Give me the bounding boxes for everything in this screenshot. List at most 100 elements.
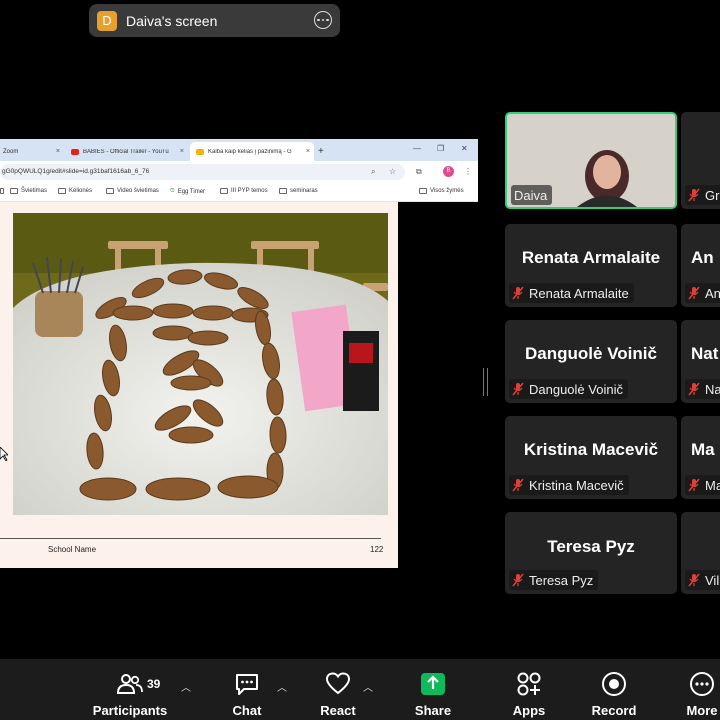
shared-screen: Zoom × BABIES - Official Trailer - YouTu…: [0, 139, 478, 569]
extensions-icon[interactable]: ⧉: [416, 167, 422, 177]
google-slides-icon: [196, 148, 204, 155]
share-label: Share: [414, 703, 452, 718]
participant-tile[interactable]: Teresa Pyz Teresa Pyz: [505, 512, 677, 594]
folder-icon: [419, 188, 427, 194]
browser-tab-youtube[interactable]: BABIES - Official Trailer - YouTu ×: [66, 142, 188, 161]
apps-label: Apps: [512, 703, 546, 718]
mic-muted-icon: [688, 286, 700, 300]
participant-name-tag: Teresa Pyz: [509, 570, 599, 590]
folder-icon: [10, 188, 18, 194]
bookmark-label: Visos žymės: [430, 188, 464, 194]
screen-share-label[interactable]: D Daiva's screen: [89, 4, 340, 37]
participant-gallery: Daiva Gre Renata Armalaite Renata Armala…: [505, 112, 720, 594]
mic-muted-icon: [512, 382, 524, 396]
participants-chevron-up-icon[interactable]: ︿: [181, 679, 191, 694]
react-label: React: [320, 703, 356, 718]
participant-display-name: Kristina Macevič: [523, 440, 659, 459]
mic-muted-icon: [512, 478, 524, 492]
participant-tile-daiva[interactable]: Daiva: [505, 112, 677, 209]
url-field[interactable]: gG0pQWULQ1g/edit#slide=id.g31baf1616ab_6…: [0, 164, 405, 180]
mic-muted-icon: [688, 573, 700, 587]
participant-name: Renata Armalaite: [529, 285, 629, 301]
browser-tab-slides[interactable]: Kalba kaip kelias į pažinimą - G ×: [190, 142, 314, 161]
participant-display-name: Teresa Pyz: [547, 537, 635, 556]
chat-button[interactable]: Chat: [222, 659, 272, 720]
tab-label: Zoom: [3, 148, 19, 155]
zoom-lens-icon[interactable]: ⌕: [371, 167, 375, 177]
participant-tile[interactable]: Renata Armalaite Renata Armalaite: [505, 224, 677, 307]
more-options-icon[interactable]: [314, 11, 332, 29]
sharer-avatar: D: [97, 10, 117, 31]
restore-icon[interactable]: ❐: [437, 144, 444, 153]
bookmark-item[interactable]: Švietimas: [10, 188, 47, 194]
browser-tab-zoom[interactable]: Zoom ×: [0, 142, 64, 161]
participant-tile[interactable]: Kristina Macevič Kristina Macevič: [505, 416, 677, 499]
participant-name: Na: [705, 381, 720, 397]
participant-name: Ma: [705, 477, 720, 493]
slide-footer-text: School Name: [48, 545, 97, 554]
bookmark-item[interactable]: Video švietimas: [106, 188, 159, 194]
tab-close-icon[interactable]: ×: [180, 148, 184, 155]
bookmark-label: Egg Timer: [177, 188, 206, 195]
record-label: Record: [591, 703, 637, 718]
tab-close-icon[interactable]: ×: [306, 148, 310, 155]
all-bookmarks[interactable]: Visos žymės: [419, 188, 464, 194]
share-screen-icon: [419, 670, 447, 698]
bookmark-item[interactable]: III PYP temos: [220, 188, 268, 194]
participant-tile[interactable]: Gre: [681, 112, 720, 209]
bookmark-item[interactable]: seminaras: [279, 188, 318, 194]
resize-handle[interactable]: [483, 368, 488, 396]
participant-tile[interactable]: An An: [681, 224, 720, 307]
minimize-icon[interactable]: —: [413, 144, 421, 153]
mic-muted-icon: [512, 573, 524, 587]
record-icon: [600, 670, 628, 698]
browser-menu-icon[interactable]: ⋮: [464, 167, 472, 176]
bookmark-item[interactable]: Kelionės: [58, 188, 92, 194]
profile-avatar[interactable]: B: [443, 166, 454, 177]
tab-label: Kalba kaip kelias į pažinimą - G: [208, 148, 292, 155]
folder-icon: [220, 188, 228, 194]
chat-icon: [233, 670, 261, 698]
youtube-icon: [71, 148, 79, 155]
bookmark-item[interactable]: [0, 188, 7, 194]
tab-close-icon[interactable]: ×: [56, 148, 60, 155]
mic-muted-icon: [688, 478, 700, 492]
meeting-toolbar: Participants 39 ︿ Chat ︿ React ︿ Share A…: [0, 659, 720, 720]
participant-name-tag: Danguolė Voinič: [509, 379, 628, 399]
tab-label: BABIES - Official Trailer - YouTu: [83, 148, 169, 155]
participant-tile[interactable]: Danguolė Voinič Danguolė Voinič: [505, 320, 677, 403]
new-tab-button[interactable]: +: [318, 142, 332, 161]
participants-icon: [116, 670, 144, 698]
bookmarks-bar: Švietimas Kelionės Video švietimas ⏲ Egg …: [0, 183, 478, 202]
participant-display-name: Ma: [691, 440, 715, 459]
folder-icon: [0, 188, 4, 194]
participants-label: Participants: [92, 703, 168, 718]
participant-name-tag: Na: [685, 379, 720, 399]
chat-chevron-up-icon[interactable]: ︿: [277, 679, 287, 694]
bookmark-star-icon[interactable]: ☆: [389, 167, 396, 176]
participant-tile[interactable]: Nat Na: [681, 320, 720, 403]
share-button[interactable]: Share: [408, 659, 458, 720]
browser-address-bar: gG0pQWULQ1g/edit#slide=id.g31baf1616ab_6…: [0, 161, 478, 183]
zoom-meeting-window: D Daiva's screen Zoom × BABIES - Officia…: [0, 0, 720, 720]
close-window-icon[interactable]: ✕: [461, 144, 468, 153]
bookmark-label: Kelionės: [69, 188, 93, 194]
apps-button[interactable]: Apps: [504, 659, 554, 720]
more-label: More: [686, 703, 718, 718]
bookmark-item[interactable]: ⏲ Egg Timer: [170, 188, 205, 195]
record-button[interactable]: Record: [589, 659, 639, 720]
participant-name: An: [705, 285, 720, 301]
participant-tile[interactable]: Ma Ma: [681, 416, 720, 499]
more-button[interactable]: More: [680, 659, 720, 720]
egg-timer-icon: ⏲: [170, 188, 175, 194]
participant-name: Gre: [705, 187, 720, 203]
participant-display-name: An: [691, 248, 714, 267]
react-chevron-up-icon[interactable]: ︿: [363, 679, 373, 694]
participant-name-tag: Daiva: [511, 185, 553, 205]
participant-name-tag: Renata Armalaite: [509, 283, 634, 303]
participant-name-tag: Gre: [685, 185, 720, 205]
participant-name: Kristina Macevič: [529, 477, 624, 493]
react-button[interactable]: React: [313, 659, 363, 720]
bookmark-label: seminaras: [290, 188, 318, 194]
participant-tile[interactable]: Vil: [681, 512, 720, 594]
